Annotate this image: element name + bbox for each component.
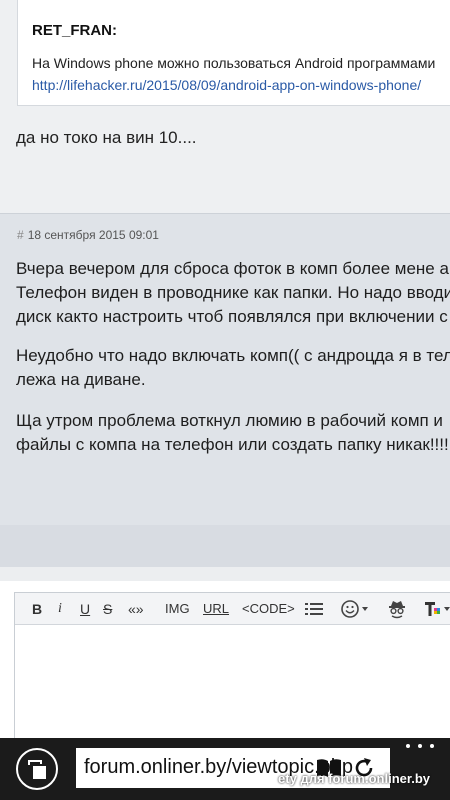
post-line: лежа на диване. [16, 370, 146, 389]
post-paragraph: Ща утром проблема воткнул люмию в рабочи… [16, 409, 449, 457]
smiley-icon[interactable] [341, 599, 371, 623]
browser-bottom-bar: forum.onliner.by/viewtopic.php ety для f… [0, 738, 450, 800]
post-line: Ща утром проблема воткнул люмию в рабочи… [16, 411, 443, 430]
quote-link[interactable]: http://lifehacker.ru/2015/08/09/android-… [32, 77, 421, 93]
post-2: #18 сентября 2015 09:01 Вчера вечером дл… [0, 213, 450, 525]
bold-button[interactable]: B [32, 601, 42, 617]
divider [0, 567, 450, 581]
editor-toolbar: B i U S «» IMG URL <CODE> [15, 593, 450, 625]
post-line: Вчера вечером для сброса фоток в комп бо… [16, 259, 449, 278]
reply-editor: B i U S «» IMG URL <CODE> [14, 592, 450, 743]
italic-button[interactable]: i [58, 601, 62, 617]
more-menu-icon[interactable] [404, 744, 438, 752]
strikethrough-button[interactable]: S [103, 601, 112, 617]
post-footer-band [0, 525, 450, 567]
reply-textarea[interactable] [15, 626, 450, 743]
underline-button[interactable]: U [80, 601, 90, 617]
quote-block: RET_FRAN: На Windows phone можно пользов… [17, 0, 450, 106]
post-line: файлы с компа на телефон или создать пап… [16, 435, 449, 454]
post-date-text: 18 сентября 2015 09:01 [27, 228, 159, 242]
post-line: диск както настроить чтоб появлялся при … [16, 307, 448, 326]
post-paragraph: Вчера вечером для сброса фоток в комп бо… [16, 257, 450, 329]
quote-button[interactable]: «» [128, 601, 144, 617]
tabs-icon [28, 760, 46, 779]
code-button[interactable]: <CODE> [242, 601, 295, 617]
post-date: #18 сентября 2015 09:01 [17, 228, 159, 242]
spoiler-icon[interactable] [388, 599, 406, 623]
post-paragraph: Неудобно что надо включать комп(( с андр… [16, 344, 450, 392]
post-anchor-link[interactable]: # [17, 228, 24, 242]
image-button[interactable]: IMG [165, 601, 190, 617]
post-line: Телефон виден в проводнике как папки. Но… [16, 283, 450, 302]
post-1: RET_FRAN: На Windows phone можно пользов… [0, 0, 450, 213]
watermark-text: ety для forum.onliner.by [278, 771, 430, 786]
list-icon[interactable] [305, 602, 323, 620]
post-1-text: да но токо на вин 10.... [16, 128, 197, 147]
post-line: Неудобно что надо включать комп(( с андр… [16, 346, 450, 365]
quote-text: На Windows phone можно пользоваться Andr… [32, 55, 436, 71]
quote-author: RET_FRAN: [32, 22, 117, 39]
url-button[interactable]: URL [203, 601, 229, 617]
tabs-button[interactable] [16, 748, 58, 790]
text-color-icon[interactable] [423, 599, 450, 623]
